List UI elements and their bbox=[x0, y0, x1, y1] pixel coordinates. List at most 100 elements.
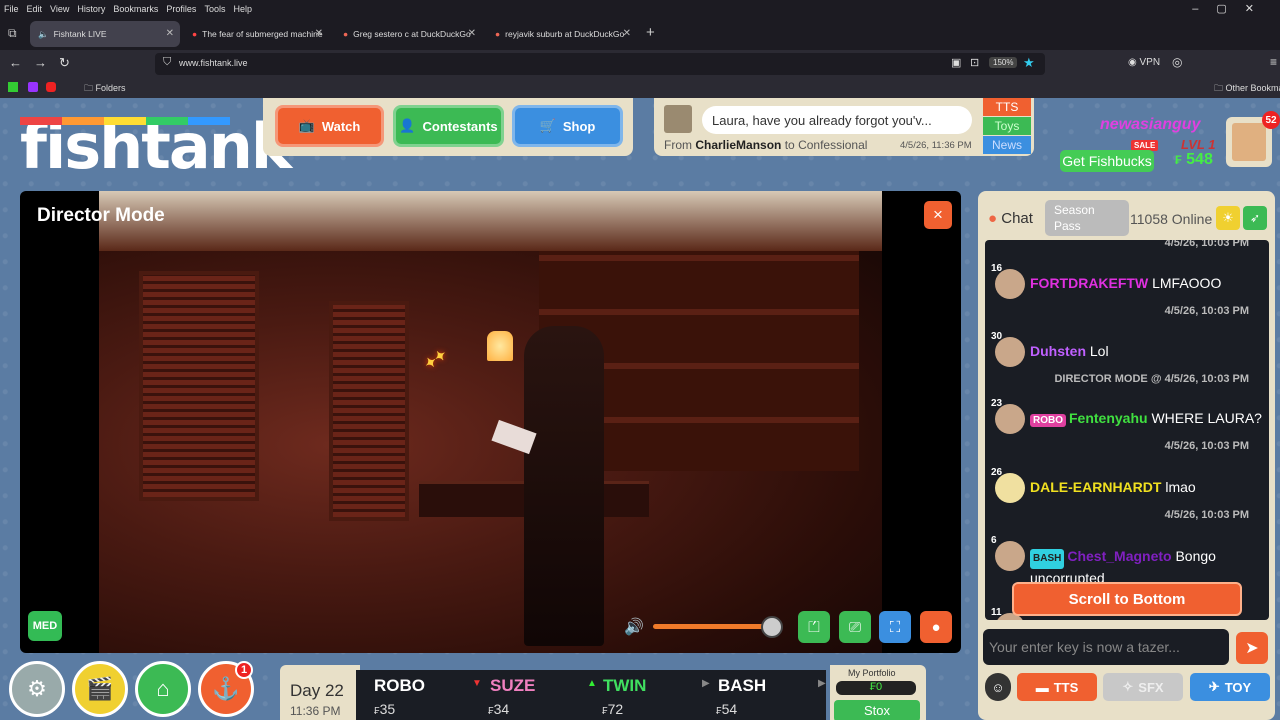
avatar[interactable]: 26 bbox=[991, 467, 1025, 503]
folders-bookmark[interactable]: 🗀 Folders bbox=[84, 81, 126, 97]
user-level: 16 bbox=[991, 263, 1003, 274]
side-tab-tts[interactable]: TTS bbox=[983, 98, 1031, 116]
toy-icon: ✈ bbox=[1208, 679, 1220, 694]
screenshot-icon[interactable]: ⊡ bbox=[970, 56, 979, 69]
menu-edit[interactable]: Edit bbox=[27, 4, 43, 14]
url-bar[interactable]: ⛉ www.fishtank.live ▣ ⊡ 150% ★ bbox=[155, 53, 1045, 75]
zoom-level[interactable]: 150% bbox=[989, 57, 1018, 68]
menu-icon[interactable]: ≡ bbox=[1270, 55, 1277, 69]
menu-help[interactable]: Help bbox=[233, 4, 252, 14]
season-pass-button[interactable]: Season Pass bbox=[1045, 200, 1129, 236]
close-icon[interactable]: ✕ bbox=[315, 28, 323, 39]
settings-gear-icon[interactable]: ⚙ bbox=[9, 661, 65, 717]
username[interactable]: newasianguy bbox=[1100, 116, 1200, 134]
avatar[interactable]: 23 bbox=[991, 398, 1025, 434]
tab-reyjavik[interactable]: ● reyjavik suburb at DuckDuckGo ✕ bbox=[487, 21, 637, 47]
scroll-to-bottom-button[interactable]: Scroll to Bottom bbox=[1012, 582, 1242, 616]
ticker-next-icon[interactable]: ▶ bbox=[818, 678, 826, 689]
cast-icon[interactable]: ⎚ bbox=[839, 611, 871, 643]
stock-twin[interactable]: TWIN bbox=[603, 676, 646, 696]
bookmark-star-icon[interactable]: ★ bbox=[1023, 55, 1035, 71]
sun-icon[interactable]: ☀ bbox=[1216, 206, 1240, 230]
chat-username[interactable]: DALE-EARNHARDT bbox=[1030, 479, 1161, 495]
tts-label: TTS bbox=[1053, 679, 1079, 695]
stock-bash[interactable]: BASH bbox=[718, 676, 766, 696]
get-fishbucks-button[interactable]: Get Fishbucks bbox=[1060, 150, 1154, 172]
shop-button[interactable]: 🛒 Shop bbox=[512, 105, 623, 147]
chat-username[interactable]: Fentenyahu bbox=[1069, 410, 1148, 426]
stock-price: ₣35 bbox=[374, 701, 395, 717]
shelter-icon[interactable]: ⌂ bbox=[135, 661, 191, 717]
close-icon[interactable]: ✕ bbox=[166, 28, 174, 39]
tab-fishtank[interactable]: 🔈 Fishtank LIVE ✕ bbox=[30, 21, 180, 47]
record-icon[interactable]: ● bbox=[920, 611, 952, 643]
menu-file[interactable]: File bbox=[4, 4, 19, 14]
kick-icon[interactable] bbox=[8, 82, 18, 92]
close-icon[interactable]: ✕ bbox=[468, 28, 476, 39]
director-icon[interactable]: 🎬 bbox=[72, 661, 128, 717]
menu-view[interactable]: View bbox=[50, 4, 69, 14]
reader-icon[interactable]: ▣ bbox=[951, 56, 961, 69]
time-label: 11:36 PM bbox=[290, 704, 341, 718]
side-tab-toys[interactable]: Toys bbox=[983, 117, 1031, 135]
watch-button[interactable]: 📺 Watch bbox=[275, 105, 384, 147]
notice-sender[interactable]: CharlieManson bbox=[695, 138, 781, 152]
new-tab-button[interactable]: + bbox=[646, 24, 655, 41]
tab-submerged[interactable]: ● The fear of submerged machine ✕ bbox=[184, 21, 329, 47]
menu-history[interactable]: History bbox=[77, 4, 105, 14]
sfx-button[interactable]: ✧ SFX bbox=[1103, 673, 1183, 701]
forward-icon[interactable]: → bbox=[34, 55, 47, 70]
side-tab-news[interactable]: News bbox=[983, 136, 1031, 154]
menu-tools[interactable]: Tools bbox=[204, 4, 225, 14]
avatar-image bbox=[1232, 123, 1266, 161]
from-label: From bbox=[664, 138, 692, 152]
twitch-icon[interactable] bbox=[28, 82, 38, 92]
menu-bookmarks[interactable]: Bookmarks bbox=[113, 4, 158, 14]
vpn-button[interactable]: ◉ VPN bbox=[1128, 57, 1160, 68]
chat-username[interactable]: FORTDRAKEFTW bbox=[1030, 275, 1148, 291]
send-icon[interactable]: ➤ bbox=[1236, 632, 1268, 664]
avatar[interactable]: 16 bbox=[991, 263, 1025, 299]
contestants-button[interactable]: 👤 Contestants bbox=[393, 105, 504, 147]
tv-icon: 📺 bbox=[298, 118, 315, 133]
chat-username[interactable]: Duhsten bbox=[1030, 343, 1086, 359]
volume-slider[interactable] bbox=[653, 624, 773, 629]
emoji-icon[interactable]: ☺ bbox=[985, 673, 1011, 701]
balance-value: 548 bbox=[1186, 151, 1213, 168]
player-close-button[interactable]: × bbox=[924, 201, 952, 229]
notice-recipient: Confessional bbox=[798, 138, 868, 152]
other-bookmarks-label: Other Bookmar bbox=[1225, 83, 1280, 93]
shield-icon[interactable]: ⛉ bbox=[163, 56, 171, 69]
avatar[interactable]: 6 bbox=[991, 535, 1025, 571]
tab-list-icon[interactable]: ⧉ bbox=[8, 26, 17, 41]
chat-text: WHERE LAURA? bbox=[1151, 410, 1262, 426]
close-icon[interactable]: ✕ bbox=[623, 28, 631, 39]
fish-icon[interactable]: ➶ bbox=[1243, 206, 1267, 230]
profile-icon[interactable]: ◎ bbox=[1172, 55, 1182, 69]
quality-button[interactable]: MED bbox=[28, 611, 62, 641]
volume-icon[interactable]: 🔊 bbox=[624, 617, 644, 637]
tab-greg[interactable]: ● Greg sestero c at DuckDuckGo ✕ bbox=[335, 21, 482, 47]
chat-log[interactable]: 4/5/26, 10:03 PM 16 FORTDRAKEFTW LMFAOOO… bbox=[985, 240, 1269, 620]
speaker-icon[interactable]: 🔈 bbox=[38, 29, 49, 40]
notification-badge[interactable]: 52 bbox=[1262, 111, 1280, 129]
fullscreen-icon[interactable]: ⛶ bbox=[879, 611, 911, 643]
back-icon[interactable]: ← bbox=[9, 55, 22, 70]
toy-button[interactable]: ✈ TOY bbox=[1190, 673, 1270, 701]
stock-robo[interactable]: ROBO bbox=[374, 676, 425, 696]
volume-knob[interactable] bbox=[761, 616, 783, 638]
youtube-icon[interactable] bbox=[46, 82, 56, 92]
tts-button[interactable]: ▬ TTS bbox=[1017, 673, 1097, 701]
menu-profiles[interactable]: Profiles bbox=[166, 4, 196, 14]
reload-icon[interactable]: ↻ bbox=[59, 55, 70, 71]
person-icon: 👤 bbox=[399, 118, 416, 133]
stock-suze[interactable]: SUZE bbox=[490, 676, 535, 696]
other-bookmarks[interactable]: 🗀 Other Bookmar bbox=[1214, 81, 1280, 97]
avatar[interactable]: 30 bbox=[991, 331, 1025, 367]
stox-button[interactable]: Stox bbox=[834, 700, 920, 720]
clip-icon[interactable]: ⏍ bbox=[798, 611, 830, 643]
window-controls[interactable]: –▢✕ bbox=[1192, 2, 1272, 15]
chat-input[interactable]: Your enter key is now a tazer... bbox=[983, 629, 1229, 665]
chat-username[interactable]: Chest_Magneto bbox=[1067, 548, 1171, 564]
shop-label: Shop bbox=[562, 118, 596, 134]
